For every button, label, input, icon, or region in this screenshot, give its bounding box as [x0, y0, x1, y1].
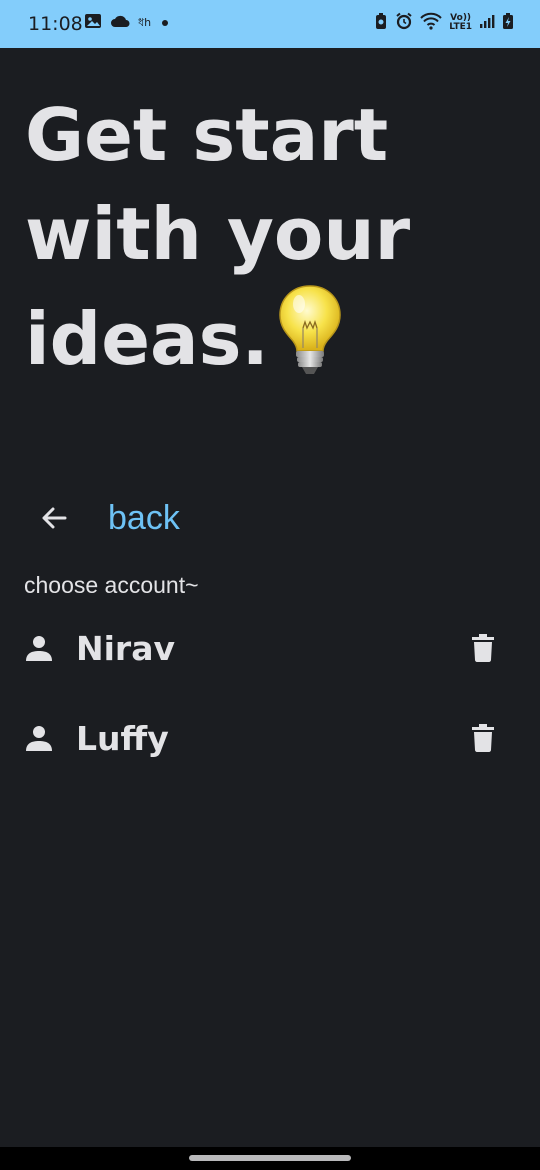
alarm-icon — [395, 12, 413, 34]
title-line-3-wrap: ideas. — [25, 284, 525, 389]
status-left-icons: ধh — [84, 12, 171, 34]
account-row-luffy[interactable]: Luffy — [0, 703, 540, 773]
back-label[interactable]: back — [108, 499, 180, 538]
trash-icon — [472, 724, 494, 752]
status-bar: 11:08 ধh Vo)) LTE1 — [0, 0, 540, 48]
choose-account-label: choose account~ — [24, 572, 199, 598]
arrow-left-icon[interactable] — [24, 490, 84, 546]
network-label-bottom: LTE1 — [449, 22, 472, 32]
gallery-icon — [84, 12, 102, 34]
signal-icon — [479, 13, 495, 33]
cloud-icon — [110, 13, 130, 33]
app-icon: ধh — [138, 15, 152, 29]
status-right-icons: Vo)) LTE1 — [374, 12, 514, 34]
person-icon — [25, 634, 53, 662]
page-title: Get start with your ideas. — [25, 86, 525, 389]
network-label: Vo)) LTE1 — [449, 14, 472, 32]
back-button[interactable]: back — [24, 490, 180, 546]
delete-account-button[interactable] — [462, 717, 504, 759]
navigation-bar — [0, 1147, 540, 1170]
account-name[interactable]: Nirav — [76, 629, 175, 668]
battery-charging-icon — [502, 12, 514, 34]
delete-account-button[interactable] — [462, 627, 504, 669]
person-icon — [25, 724, 53, 752]
account-row-nirav[interactable]: Nirav — [0, 613, 540, 683]
wifi-icon — [420, 12, 442, 34]
lightbulb-icon — [277, 284, 343, 376]
dot-icon — [159, 14, 171, 33]
home-gesture-handle[interactable] — [189, 1155, 351, 1161]
title-line-1: Get start — [25, 93, 389, 177]
status-time: 11:08 — [28, 13, 83, 35]
app-screen: 11:08 ধh Vo)) LTE1 Get start with your i… — [0, 0, 540, 1170]
battery-saver-icon — [374, 12, 388, 34]
trash-icon — [472, 634, 494, 662]
title-line-3: ideas. — [25, 297, 269, 381]
title-line-2: with your — [25, 192, 411, 276]
account-name[interactable]: Luffy — [76, 719, 169, 758]
